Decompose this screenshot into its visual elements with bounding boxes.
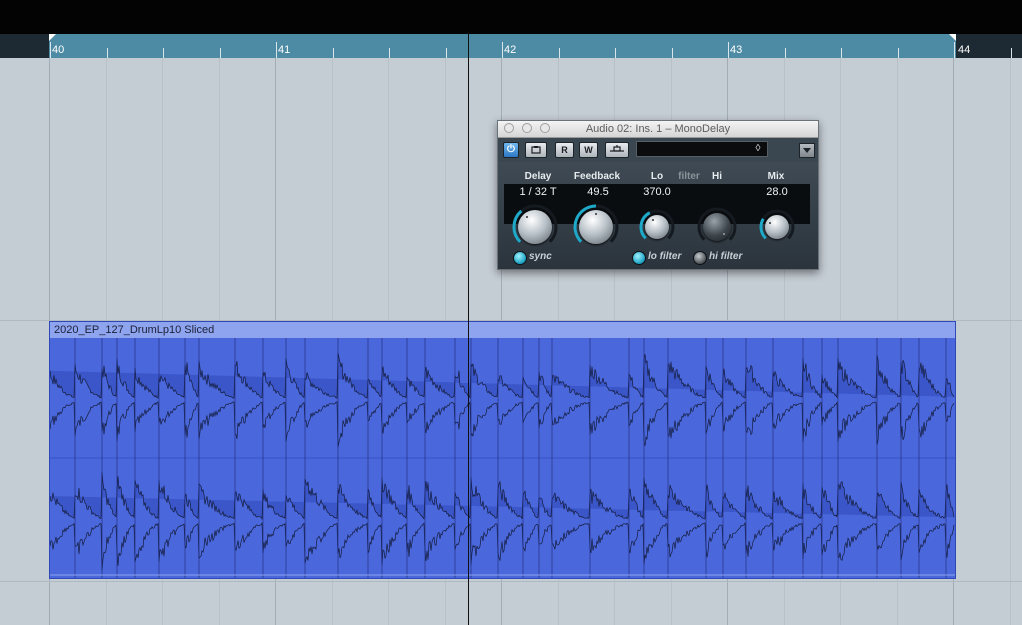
power-button[interactable]: ⏻ [503, 142, 519, 158]
hi-filter-indicator[interactable] [693, 251, 707, 265]
audio-event-name: 2020_EP_127_DrumLp10 Sliced [54, 324, 215, 336]
ruler-tick [276, 42, 277, 58]
feedback-label: Feedback [573, 171, 621, 182]
ruler-tick [954, 42, 955, 58]
bar-number-41: 41 [278, 44, 291, 56]
loop-start-marker[interactable] [49, 34, 56, 41]
sidechain-icon [610, 145, 624, 152]
monodelay-plugin-window[interactable]: Audio 02: Ins. 1 – MonoDelay ⏻ R W ◊ Del… [497, 120, 819, 270]
ruler-tick [333, 48, 334, 58]
audio-waveform [50, 338, 955, 578]
feedback-knob-cap[interactable] [579, 210, 613, 244]
feedback-knob[interactable] [573, 204, 619, 250]
grid-line [1010, 58, 1011, 625]
audio-event[interactable]: 2020_EP_127_DrumLp10 Sliced [49, 321, 956, 579]
plugin-title: Audio 02: Ins. 1 – MonoDelay [585, 123, 731, 135]
lo-label: Lo [650, 171, 664, 182]
ruler-tick [559, 48, 560, 58]
delay-knob-pointer [525, 216, 528, 219]
sidechain-button[interactable] [605, 142, 629, 158]
lo-filter-indicator[interactable] [632, 251, 646, 265]
mix-value[interactable]: 28.0 [758, 186, 796, 198]
hi-label: Hi [712, 171, 722, 182]
plugin-panel: Delay Feedback Lo filter Hi Mix 1 / 32 T… [498, 162, 818, 269]
ruler-tick [446, 48, 447, 58]
sync-label: sync [529, 251, 552, 262]
ruler-tick [107, 48, 108, 58]
lo-cut-knob[interactable] [639, 209, 675, 245]
loop-end-marker[interactable] [949, 34, 956, 41]
mix-knob-pointer [769, 221, 772, 224]
mix-knob[interactable] [759, 209, 795, 245]
delay-label: Delay [524, 171, 552, 182]
ruler-tick [841, 48, 842, 58]
preset-menu-icon[interactable]: ◊ [752, 143, 764, 155]
plugin-toolbar: ⏻ R W ◊ [498, 138, 818, 162]
sync-toggle-indicator[interactable] [513, 251, 527, 265]
bar-number-42: 42 [504, 44, 517, 56]
playhead-cursor[interactable] [468, 34, 469, 625]
feedback-value[interactable]: 49.5 [577, 186, 619, 198]
bar-number-43: 43 [730, 44, 743, 56]
bar-number-40: 40 [52, 44, 65, 56]
hi-knob-cap[interactable] [703, 213, 731, 241]
plugin-titlebar[interactable]: Audio 02: Ins. 1 – MonoDelay [498, 121, 818, 138]
lo-filter-label: lo filter [648, 251, 682, 262]
delay-value[interactable]: 1 / 32 T [506, 186, 570, 198]
ruler-tick [389, 48, 390, 58]
ruler-tick [785, 48, 786, 58]
ruler-tick [728, 42, 729, 58]
ruler-tick [898, 48, 899, 58]
write-automation-button[interactable]: W [579, 142, 598, 158]
read-automation-button[interactable]: R [555, 142, 574, 158]
lo-knob-pointer [652, 218, 655, 221]
ruler-tick [615, 48, 616, 58]
lo-value[interactable]: 370.0 [635, 186, 679, 198]
timeline-ruler[interactable]: 40 41 42 43 44 [0, 34, 1022, 58]
top-bar [0, 0, 1022, 34]
lo-knob-cap[interactable] [645, 215, 669, 239]
power-icon: ⏻ [507, 144, 515, 155]
mix-label: Mix [767, 171, 785, 182]
track-divider [0, 581, 1022, 582]
preset-field[interactable]: ◊ [636, 141, 768, 157]
hi-cut-knob[interactable] [697, 207, 737, 247]
chevron-down-icon[interactable] [799, 143, 815, 158]
delay-knob-cap[interactable] [518, 210, 552, 244]
filter-label: filter [678, 171, 700, 182]
ruler-tick [163, 48, 164, 58]
audio-event-header[interactable]: 2020_EP_127_DrumLp10 Sliced [50, 322, 955, 338]
feedback-knob-pointer [595, 213, 597, 215]
hi-filter-label: hi filter [709, 251, 743, 262]
mix-knob-cap[interactable] [765, 215, 789, 239]
bypass-icon [531, 146, 541, 154]
bar-number-44: 44 [958, 44, 971, 56]
ruler-tick [502, 42, 503, 58]
hi-knob-pointer [723, 233, 726, 236]
delay-knob[interactable] [512, 204, 558, 250]
ruler-tick [1011, 48, 1012, 58]
ruler-tick [50, 42, 51, 58]
ruler-tick [220, 48, 221, 58]
bypass-button[interactable] [525, 142, 547, 158]
ruler-tick [672, 48, 673, 58]
